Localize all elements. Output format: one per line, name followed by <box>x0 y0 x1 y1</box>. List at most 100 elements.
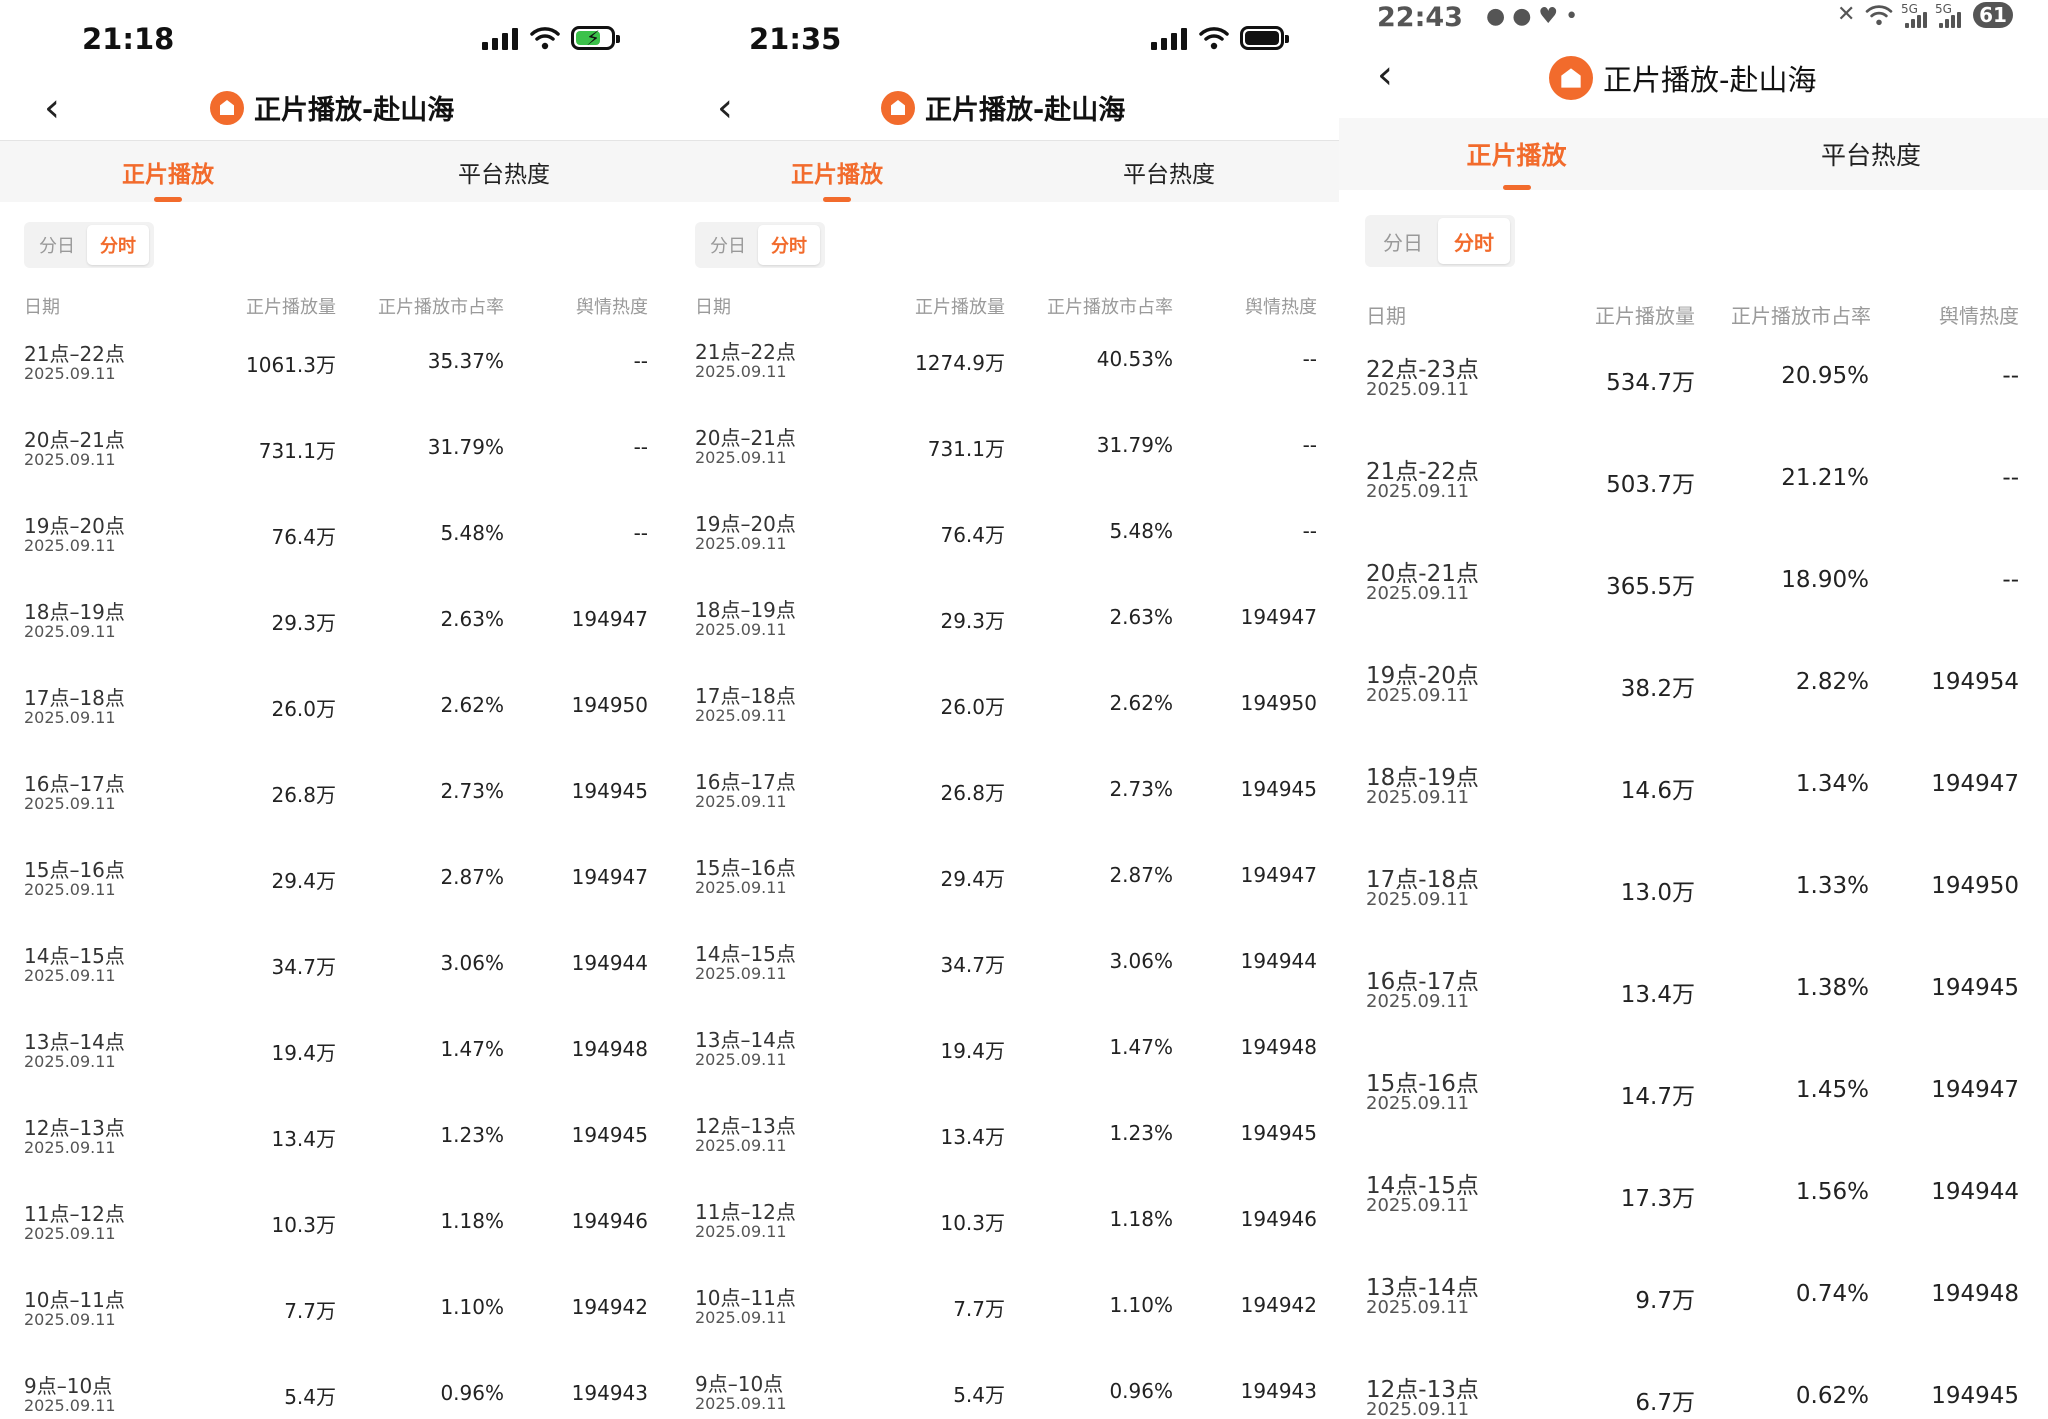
row-period: 10点–11点 <box>24 1288 125 1312</box>
row-period: 13点–14点 <box>695 1028 796 1052</box>
table-row: 18点–19点 2025.09.11 29.3万 2.63% 194947 <box>671 594 1339 676</box>
tab-platform-heat[interactable]: 平台热度 <box>1694 118 2048 190</box>
row-date: 2025.09.11 <box>24 450 116 469</box>
row-views: 34.7万 <box>940 953 1005 977</box>
row-views: 10.3万 <box>940 1211 1005 1235</box>
row-views: 19.4万 <box>940 1039 1005 1063</box>
table-row: 22点-23点 2025.09.11 534.7万 20.95% -- <box>1339 350 2048 448</box>
row-period: 18点–19点 <box>695 598 796 622</box>
option-hourly[interactable]: 分时 <box>87 225 149 265</box>
row-views: 19.4万 <box>271 1041 336 1065</box>
row-views: 34.7万 <box>271 955 336 979</box>
row-period: 14点–15点 <box>695 942 796 966</box>
row-date: 2025.09.11 <box>1366 379 1470 400</box>
column-header-heat: 舆情热度 <box>1939 304 2019 328</box>
row-views: 29.3万 <box>940 609 1005 633</box>
table-row: 19点–20点 2025.09.11 76.4万 5.48% -- <box>0 510 674 592</box>
row-date: 2025.09.11 <box>1366 787 1470 808</box>
tab-main-playback[interactable]: 正片播放 <box>40 141 296 202</box>
wifi-icon <box>1865 5 1893 26</box>
row-share: 5.48% <box>440 521 504 545</box>
row-date: 2025.09.11 <box>24 1224 116 1243</box>
row-views: 13.4万 <box>1620 982 1695 1008</box>
tab-main-playback[interactable]: 正片播放 <box>1339 118 1694 190</box>
chevron-left-icon[interactable]: ‹ <box>44 88 60 128</box>
row-heat: 194947 <box>571 607 648 631</box>
column-header-date: 日期 <box>695 297 731 318</box>
row-share: 1.23% <box>1109 1121 1173 1145</box>
table-row: 11点–12点 2025.09.11 10.3万 1.18% 194946 <box>671 1196 1339 1278</box>
row-date: 2025.09.11 <box>1366 685 1470 706</box>
row-heat: 194944 <box>1931 1179 2019 1205</box>
option-daily[interactable]: 分日 <box>1368 218 1438 264</box>
page-title-wrap: 正片播放-赴山海 <box>881 88 1125 127</box>
table-row: 12点–13点 2025.09.11 13.4万 1.23% 194945 <box>0 1112 674 1194</box>
row-heat: 194947 <box>1240 863 1317 887</box>
table-row: 16点–17点 2025.09.11 26.8万 2.73% 194945 <box>0 768 674 850</box>
row-views: 13.0万 <box>1620 880 1695 906</box>
table-row: 19点-20点 2025.09.11 38.2万 2.82% 194954 <box>1339 656 2048 754</box>
row-date: 2025.09.11 <box>695 1222 787 1241</box>
column-header-views: 正片播放量 <box>1595 304 1695 328</box>
tab-label: 平台热度 <box>458 161 550 188</box>
app-logo-icon <box>1549 56 1593 100</box>
row-views: 13.4万 <box>271 1127 336 1151</box>
row-views: 7.7万 <box>284 1299 336 1323</box>
row-heat: -- <box>1302 433 1317 457</box>
tab-main-playback[interactable]: 正片播放 <box>709 141 965 202</box>
table-row: 20点–21点 2025.09.11 731.1万 31.79% -- <box>671 422 1339 504</box>
table-row: 12点–13点 2025.09.11 13.4万 1.23% 194945 <box>671 1110 1339 1192</box>
row-heat: 194950 <box>1240 691 1317 715</box>
row-views: 731.1万 <box>927 437 1005 461</box>
row-date: 2025.09.11 <box>24 1310 116 1329</box>
row-heat: 194944 <box>1240 949 1317 973</box>
row-date: 2025.09.11 <box>1366 1093 1470 1114</box>
row-date: 2025.09.11 <box>24 622 116 641</box>
row-share: 1.45% <box>1795 1077 1869 1103</box>
row-date: 2025.09.11 <box>24 1396 116 1415</box>
row-views: 5.4万 <box>284 1385 336 1409</box>
tab-platform-heat[interactable]: 平台热度 <box>376 141 632 202</box>
row-heat: 194947 <box>1931 1077 2019 1103</box>
chevron-left-icon[interactable]: ‹ <box>717 88 733 128</box>
option-daily[interactable]: 分日 <box>698 225 758 265</box>
tab-platform-heat[interactable]: 平台热度 <box>1041 141 1297 202</box>
cellular-signal-icon <box>482 28 518 50</box>
row-heat: -- <box>633 435 648 459</box>
row-share: 1.34% <box>1795 771 1869 797</box>
row-date: 2025.09.11 <box>24 794 116 813</box>
tab-active-indicator <box>823 197 851 202</box>
granularity-toggle: 分日 分时 <box>1365 215 1515 267</box>
row-views: 7.7万 <box>953 1297 1005 1321</box>
row-views: 10.3万 <box>271 1213 336 1237</box>
screenshot-panel-1: 21:18 ⚡ ‹ 正片播放-赴山海 正片播放 平台热度 分日 分时 日期 正片… <box>0 0 674 1419</box>
row-heat: 194945 <box>571 779 648 803</box>
tab-active-indicator <box>1502 185 1531 190</box>
screenshot-panel-2: 21:35 ‹ 正片播放-赴山海 正片播放 平台热度 分日 分时 日期 正片播放… <box>671 0 1339 1419</box>
row-date: 2025.09.11 <box>695 1136 787 1155</box>
option-hourly[interactable]: 分时 <box>1438 218 1510 264</box>
row-heat: -- <box>633 521 648 545</box>
row-share: 3.06% <box>1109 949 1173 973</box>
row-views: 29.4万 <box>271 869 336 893</box>
row-heat: 194944 <box>571 951 648 975</box>
row-period: 17点–18点 <box>695 684 796 708</box>
row-heat: 194942 <box>1240 1293 1317 1317</box>
row-views: 17.3万 <box>1620 1186 1695 1212</box>
row-date: 2025.09.11 <box>24 1052 116 1071</box>
row-heat: 194954 <box>1931 669 2019 695</box>
row-share: 2.63% <box>440 607 504 631</box>
row-heat: 194943 <box>1240 1379 1317 1403</box>
option-daily[interactable]: 分日 <box>27 225 87 265</box>
row-share: 18.90% <box>1781 567 1869 593</box>
page-title-wrap: 正片播放-赴山海 <box>1549 56 1816 100</box>
chevron-left-icon[interactable]: ‹ <box>1377 55 1393 95</box>
row-heat: 194948 <box>1931 1281 2019 1307</box>
row-views: 38.2万 <box>1620 676 1695 702</box>
row-heat: 194945 <box>1240 1121 1317 1145</box>
option-hourly[interactable]: 分时 <box>758 225 820 265</box>
row-views: 29.4万 <box>940 867 1005 891</box>
row-date: 2025.09.11 <box>24 708 116 727</box>
row-period: 11点–12点 <box>695 1200 796 1224</box>
table-row: 10点–11点 2025.09.11 7.7万 1.10% 194942 <box>671 1282 1339 1364</box>
